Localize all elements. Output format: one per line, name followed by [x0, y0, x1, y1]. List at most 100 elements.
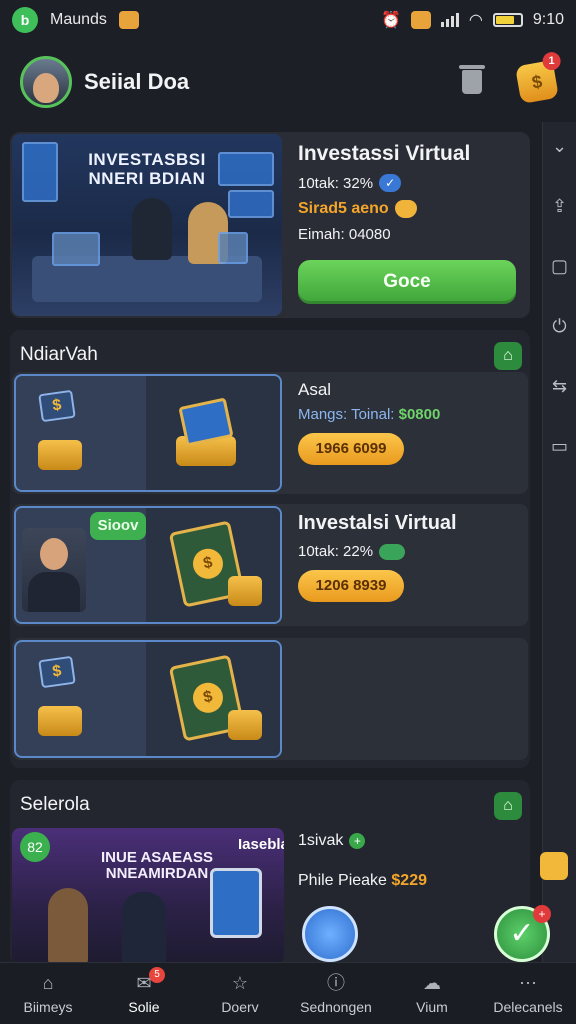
promo-image: 82 INUE ASAEASS NNEAMIRDAN Iasebla — [12, 828, 284, 964]
item-thumbnail: $ $ — [14, 640, 282, 758]
square-icon[interactable]: ▢ — [550, 256, 570, 276]
coin-stack-icon — [228, 576, 262, 606]
side-drawer-tab[interactable] — [540, 852, 568, 880]
item-label: Asal — [298, 380, 332, 399]
home-icon[interactable]: ⌂ — [494, 792, 522, 820]
section-selerola: Selerola ⌂ 82 INUE ASAEASS NNEAMIRDAN Ia… — [10, 780, 530, 964]
nav-label: Doerv — [221, 998, 259, 1015]
status-bar: b Maunds ⏰ ◠ 9:10 — [0, 0, 576, 40]
hero-title: Investassi Virtual — [298, 142, 471, 165]
dollar-icon: $ — [38, 389, 76, 423]
item-tag: Sioov — [90, 512, 146, 540]
check-icon: ✓ — [379, 174, 402, 192]
portrait-image — [22, 528, 86, 612]
list-item[interactable]: Sioov $ Investalsi Virtual 10tak: 22% 12… — [12, 504, 528, 626]
amount-button[interactable]: 1966 6099 — [298, 433, 404, 465]
nav-item-grid[interactable]: ⋯ Delecanels — [480, 963, 576, 1024]
edit-fab-button[interactable] — [302, 906, 358, 962]
nav-label: Biimeys — [23, 998, 73, 1015]
home-icon[interactable]: ⌂ — [494, 342, 522, 370]
item-thumbnail: $ — [14, 374, 282, 492]
item-sub-value: $0800 — [398, 406, 441, 423]
notification-count-badge: 1 — [542, 52, 561, 71]
nav-label: Vium — [416, 998, 448, 1015]
section-title: Selerola — [20, 794, 90, 815]
share-icon[interactable]: ⇪ — [550, 196, 570, 216]
hero-banner-text: INVESTASBSI NNERI BDIAN — [88, 150, 206, 188]
hero-status: Sirad5 aeno — [298, 200, 522, 218]
carrier-name: Maunds — [50, 11, 107, 28]
promo-label: 1sivak + — [298, 832, 522, 850]
hero-amount-text: Eimah: 04080 — [298, 226, 391, 243]
hero-card: INVESTASBSI NNERI BDIAN Investassi Virtu… — [10, 132, 530, 318]
bottom-nav: ⌂ Biimeys ✉ 5 Solie ☆ Doerv ⓘ Sednongen ☁… — [0, 962, 576, 1024]
nav-item-star[interactable]: ☆ Doerv — [192, 963, 288, 1024]
hero-amount: Eimah: 04080 — [298, 226, 522, 243]
section-ndiarvah: NdiarVah ⌂ $ Asal Mangs: Toinal: $0800 1… — [10, 330, 530, 768]
nav-item-info[interactable]: ⓘ Sednongen — [288, 963, 384, 1024]
power-icon[interactable]: ⏻ — [550, 316, 570, 336]
info-icon: ⓘ — [327, 972, 345, 993]
page-title: Seiial Doa — [84, 69, 190, 94]
list-item[interactable]: $ $ — [12, 638, 528, 760]
clock: 9:10 — [532, 11, 564, 28]
item-title: Investalsi Virtual — [298, 512, 457, 534]
wifi-icon: ◠ — [468, 12, 483, 29]
trash-icon[interactable] — [459, 65, 485, 94]
nav-badge: 5 — [149, 966, 165, 983]
section-title: NdiarVah — [20, 344, 98, 365]
confirm-fab-button[interactable]: ✓ + — [494, 905, 551, 962]
promo-price: Phile Pieake $229 — [298, 872, 522, 890]
star-icon: ☆ — [231, 972, 249, 993]
promo-price-value: $229 — [391, 872, 427, 889]
hero-image: INVESTASBSI NNERI BDIAN — [12, 134, 282, 316]
hero-rate-text: 10tak: 32% — [298, 174, 374, 192]
item-rate: 10tak: 22% — [298, 543, 522, 560]
coin-stack-icon — [38, 440, 82, 470]
signal-icon — [440, 13, 459, 27]
promo-corner-text: Iasebla — [238, 836, 284, 853]
swap-icon[interactable]: ⇆ — [550, 376, 570, 396]
nav-label: Solie — [128, 998, 160, 1015]
item-sub: Mangs: Toinal: $0800 — [298, 406, 522, 423]
cloud-icon: ☁ — [423, 972, 441, 993]
grid-icon: ⋯ — [519, 972, 537, 993]
nav-item-home[interactable]: ⌂ Biimeys — [0, 963, 96, 1024]
notification-chip-icon — [118, 11, 139, 29]
item-thumbnail: Sioov $ — [14, 506, 282, 624]
nav-item-cloud[interactable]: ☁ Vium — [384, 963, 480, 1024]
heart-icon — [394, 200, 417, 218]
go-button[interactable]: Goce — [298, 260, 516, 304]
app-notification-icon: b — [12, 7, 38, 33]
hero-status-text: Sirad5 aeno — [298, 200, 389, 217]
alarm-icon: ⏰ — [380, 12, 401, 29]
app-header: Seiial Doa $ 1 — [0, 44, 576, 120]
avatar[interactable] — [20, 56, 72, 108]
dollar-icon: $ — [38, 655, 76, 689]
nav-label: Sednongen — [300, 998, 372, 1015]
fab-badge: + — [533, 905, 551, 923]
leaf-icon — [379, 543, 406, 560]
nav-item-chat[interactable]: ✉ 5 Solie — [96, 963, 192, 1024]
list-item[interactable]: $ Asal Mangs: Toinal: $0800 1966 6099 — [12, 372, 528, 494]
promo-number-badge: 82 — [20, 832, 50, 862]
nav-label: Delecanels — [493, 998, 563, 1015]
hero-rate: 10tak: 32% ✓ — [298, 174, 522, 192]
coin-stack-icon — [38, 706, 82, 736]
app-chip-icon — [410, 11, 431, 29]
side-rail: ⌄ ⇪ ▢ ⏻ ⇆ ▭ — [542, 122, 576, 962]
item-sub-label: Mangs: Toinal: — [298, 406, 395, 423]
item-rate-text: 10tak: 22% — [298, 543, 374, 560]
promo-price-label: Phile Pieake — [298, 872, 387, 889]
coin-wallet-button[interactable]: $ 1 — [514, 52, 561, 105]
dollar-icon: $ — [530, 70, 544, 93]
home-icon: ⌂ — [42, 972, 54, 993]
cast-icon[interactable]: ▭ — [550, 436, 570, 456]
amount-button[interactable]: 1206 8939 — [298, 570, 404, 602]
battery-icon — [492, 13, 523, 27]
coin-stack-icon — [228, 710, 262, 740]
promo-label-text: 1sivak — [298, 832, 344, 849]
chat-icon: ✉ 5 — [133, 966, 165, 993]
chevron-down-icon[interactable]: ⌄ — [550, 136, 570, 156]
plus-icon[interactable]: + — [349, 833, 366, 849]
